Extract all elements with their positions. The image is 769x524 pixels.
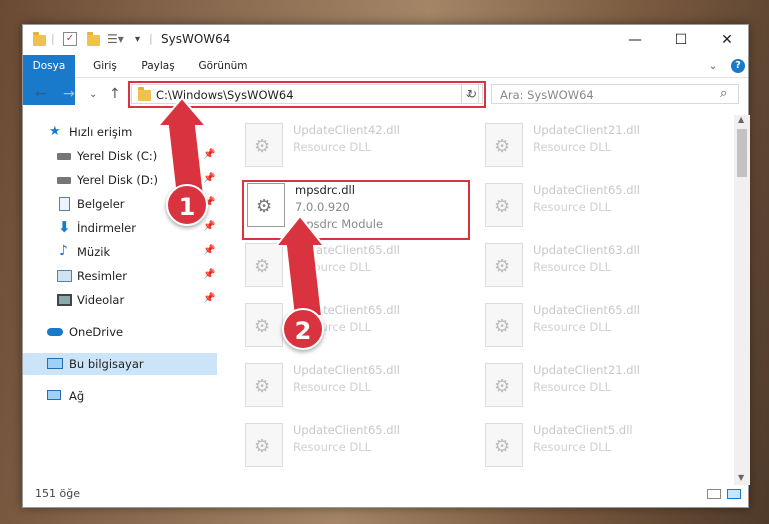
callout-badge-2: 2 [282,308,324,350]
callout-badge-1: 1 [166,184,208,226]
arrow-1 [155,96,209,197]
callout-arrows [155,96,327,317]
arrow-2 [273,214,327,317]
